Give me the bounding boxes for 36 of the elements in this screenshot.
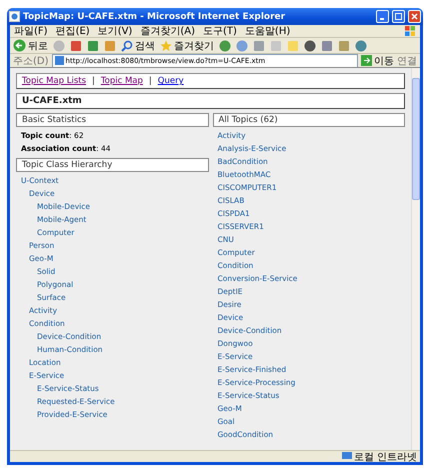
browser-icon [9,11,20,22]
minimize-button[interactable] [376,10,389,23]
section-heading: All Topics (62) [212,113,405,127]
page-title: U-CAFE.xtm [16,93,405,109]
close-icon [411,13,418,20]
scrollbar[interactable] [411,68,420,450]
star-icon [160,40,172,52]
close-button[interactable] [408,10,421,23]
back-arrow-icon [13,39,26,52]
network-icon [342,452,352,461]
link-separator: | [148,76,152,86]
go-button[interactable]: 이동 [361,54,394,68]
menu-item[interactable]: 보기(V) [98,24,132,38]
menu-item[interactable]: 도구(T) [203,24,237,38]
window-title: TopicMap: U-CAFE.xtm - Microsoft Internet Explorer [23,12,286,22]
windows-logo-icon [404,25,416,37]
nav-link[interactable]: Query [158,76,184,86]
link-separator: | [92,76,95,86]
menu-item[interactable]: 편집(E) [56,24,90,38]
menu-item[interactable]: 즐겨찾기(A) [140,24,195,38]
address-label: 주소(D) [13,54,49,68]
links-button[interactable]: 연결 [397,54,417,68]
menu-item[interactable]: 파일(F) [14,24,48,38]
search-icon [121,40,133,52]
section-heading: Basic Statistics [16,113,208,127]
page-icon [54,56,64,65]
maximize-button[interactable] [392,10,405,23]
nav-link[interactable]: Topic Map [100,76,143,86]
status-zone: 로컬 인트라넷 [342,450,417,464]
maximize-icon [395,13,402,20]
search-button[interactable]: 검색 [121,38,155,52]
back-button[interactable]: 뒤로 [13,38,48,52]
nav-link[interactable]: Topic Map Lists [22,76,86,86]
menu-item[interactable]: 도움말(H) [244,24,290,38]
section-heading: Topic Class Hierarchy [16,158,208,172]
favorites-button[interactable]: 즐겨찾기 [160,38,214,52]
